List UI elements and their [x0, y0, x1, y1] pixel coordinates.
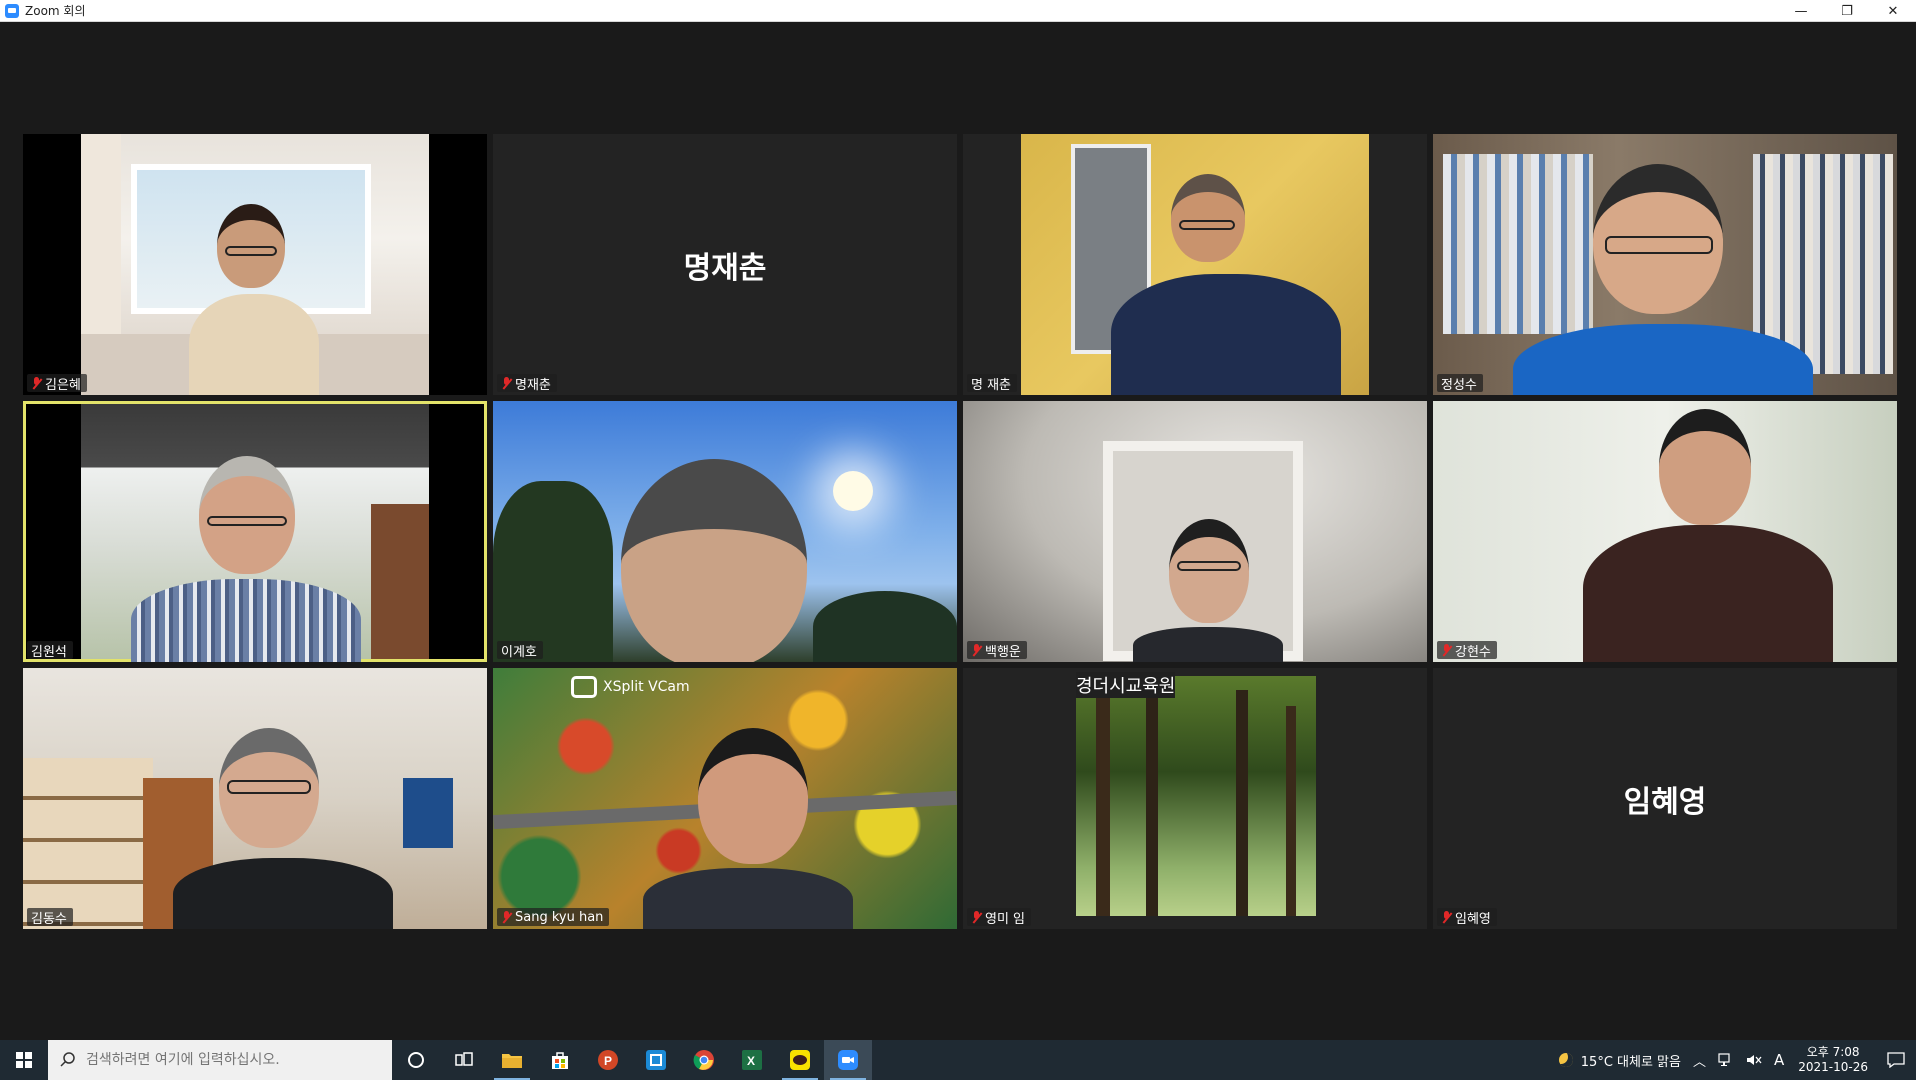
- start-button[interactable]: [0, 1040, 48, 1080]
- participant-name-tag: 이계호: [497, 641, 543, 660]
- minimize-button[interactable]: —: [1778, 0, 1824, 22]
- mic-muted-icon: [31, 376, 42, 390]
- svg-text:P: P: [604, 1054, 612, 1068]
- restore-button[interactable]: ❐: [1824, 0, 1870, 22]
- vcam-overlay: XSplit VCam: [571, 676, 690, 698]
- powerpoint-icon: P: [598, 1050, 618, 1070]
- svg-text:X: X: [747, 1054, 755, 1068]
- participant-name-tag: 강현수: [1437, 641, 1497, 660]
- blue-app-button[interactable]: [632, 1040, 680, 1080]
- blue-app-icon: [646, 1050, 666, 1070]
- chrome-icon: [693, 1050, 714, 1070]
- participant-tile[interactable]: 명 재춘: [963, 134, 1427, 395]
- participant-name-tag: 임혜영: [1437, 908, 1497, 927]
- taskbar-search[interactable]: [48, 1040, 392, 1080]
- participant-name-tag: 백행운: [967, 641, 1027, 660]
- video-feed: [493, 401, 957, 662]
- participant-name-tag: 김원석: [27, 641, 73, 660]
- input-method-indicator[interactable]: A: [1768, 1040, 1790, 1080]
- powerpoint-button[interactable]: P: [584, 1040, 632, 1080]
- clock-date: 2021-10-26: [1798, 1060, 1868, 1074]
- chrome-button[interactable]: [680, 1040, 728, 1080]
- participant-display-name: 명재춘: [683, 250, 767, 286]
- notification-center-button[interactable]: [1876, 1040, 1916, 1080]
- participant-name-tag: 명 재춘: [967, 374, 1018, 393]
- participant-name-tag: 명재춘: [497, 374, 557, 393]
- participant-tile[interactable]: 강현수: [1433, 401, 1897, 662]
- kakaotalk-button[interactable]: [776, 1040, 824, 1080]
- participant-name-tag: Sang kyu han: [497, 908, 610, 926]
- mic-muted-icon: [1441, 643, 1452, 657]
- network-icon[interactable]: [1712, 1040, 1740, 1080]
- cortana-circle-icon: [408, 1052, 424, 1068]
- search-icon: [60, 1052, 75, 1067]
- title-bar: Zoom 회의 — ❐ ✕: [0, 0, 1916, 22]
- participant-tile[interactable]: 임혜영 임혜영: [1433, 668, 1897, 929]
- participant-tile[interactable]: 김동수: [23, 668, 487, 929]
- task-view-button[interactable]: [440, 1040, 488, 1080]
- participant-display-name: 임혜영: [1623, 784, 1707, 820]
- folder-icon: [502, 1054, 522, 1068]
- video-feed: [963, 401, 1427, 662]
- participant-name-tag: 김동수: [27, 908, 73, 927]
- participant-name-tag: 영미 임: [967, 908, 1032, 927]
- excel-icon: X: [742, 1050, 762, 1070]
- search-input[interactable]: [86, 1052, 376, 1068]
- zoom-taskbar-button[interactable]: [824, 1040, 872, 1080]
- mic-muted-icon: [971, 910, 982, 924]
- participant-tile[interactable]: 경더시교육원 영미 임: [963, 668, 1427, 929]
- participant-tile[interactable]: 정성수: [1433, 134, 1897, 395]
- task-view-icon: [455, 1052, 473, 1066]
- participant-tile[interactable]: XSplit VCam Sang kyu han: [493, 668, 957, 929]
- mic-muted-icon: [501, 376, 512, 390]
- video-overlay-text: 경더시교육원: [1076, 672, 1176, 698]
- mic-muted-icon: [501, 910, 512, 924]
- video-feed: [1433, 134, 1897, 395]
- video-feed: [1433, 401, 1897, 662]
- video-feed: [1076, 676, 1316, 916]
- window-title: Zoom 회의: [25, 4, 86, 18]
- moon-weather-icon: [1558, 1053, 1573, 1067]
- clock[interactable]: 오후 7:08 2021-10-26: [1790, 1045, 1876, 1075]
- participant-tile-active-speaker[interactable]: 김원석: [23, 401, 487, 662]
- mic-muted-icon: [1441, 910, 1452, 924]
- windows-taskbar: P X 15°C 대체로 맑음 ︿: [0, 1040, 1916, 1080]
- video-feed: XSplit VCam: [493, 668, 957, 929]
- zoom-logo-icon: [5, 3, 19, 18]
- participant-name-tag: 김은혜: [27, 374, 87, 393]
- zoom-icon: [838, 1050, 858, 1070]
- kakaotalk-icon: [790, 1050, 810, 1070]
- video-feed: [23, 668, 487, 929]
- clock-time: 오후 7:08: [1806, 1045, 1860, 1059]
- show-hidden-icons-button[interactable]: ︿: [1687, 1040, 1712, 1080]
- volume-muted-icon[interactable]: [1740, 1040, 1768, 1080]
- chevron-up-icon: ︿: [1692, 1054, 1706, 1070]
- participant-tile[interactable]: 김은혜: [23, 134, 487, 395]
- mic-muted-icon: [971, 643, 982, 657]
- participant-tile[interactable]: 명재춘 명재춘: [493, 134, 957, 395]
- store-button[interactable]: [536, 1040, 584, 1080]
- file-explorer-button[interactable]: [488, 1040, 536, 1080]
- excel-button[interactable]: X: [728, 1040, 776, 1080]
- system-tray: 15°C 대체로 맑음 ︿ A 오후 7:08 2021-10-26: [1553, 1040, 1916, 1080]
- windows-logo-icon: [16, 1052, 32, 1068]
- participant-tile[interactable]: 백행운: [963, 401, 1427, 662]
- participant-name-tag: 정성수: [1437, 374, 1483, 393]
- video-feed: [1021, 134, 1369, 395]
- participant-tile[interactable]: 이계호: [493, 401, 957, 662]
- video-feed: [81, 134, 429, 395]
- notification-icon: [1887, 1052, 1905, 1068]
- zoom-window: Zoom 회의 — ❐ ✕ 김은혜 명재춘 명재춘 명 재춘 정성수 김원석 이…: [0, 0, 1916, 1080]
- close-button[interactable]: ✕: [1870, 0, 1916, 22]
- cortana-button[interactable]: [392, 1040, 440, 1080]
- weather-widget[interactable]: 15°C 대체로 맑음: [1553, 1040, 1687, 1080]
- video-feed: [81, 404, 429, 662]
- camera-icon: [571, 676, 597, 698]
- store-bag-icon: [552, 1052, 568, 1069]
